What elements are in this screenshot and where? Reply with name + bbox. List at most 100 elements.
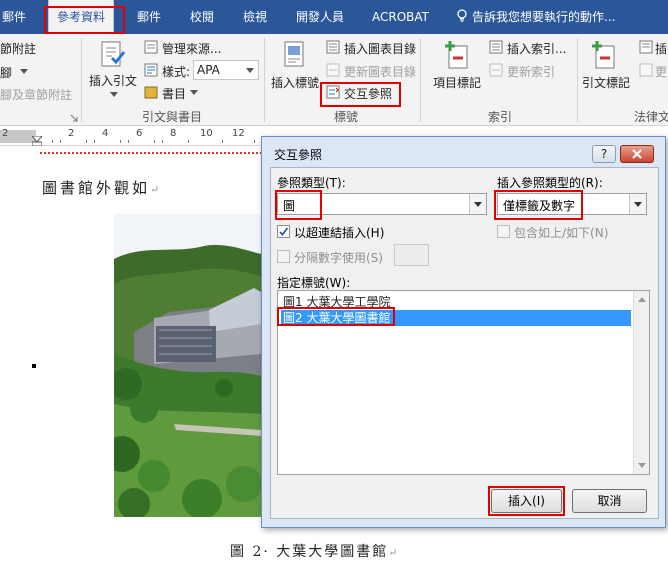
ruler-number: 2 [2, 128, 9, 139]
table-of-figures-icon [326, 40, 340, 54]
group-separator [81, 38, 82, 122]
manage-sources-button[interactable]: 管理來源... [162, 40, 221, 57]
document-heading: 圖書館外觀如↵ [42, 177, 162, 198]
scroll-up-icon[interactable] [638, 297, 646, 302]
tab-references[interactable]: 參考資料 [48, 0, 115, 36]
ruler-number: 2 [68, 128, 75, 139]
style-dropdown[interactable]: APA [193, 60, 259, 80]
close-button[interactable] [620, 145, 654, 163]
cross-reference-dialog: 交互參照 ? 參照類型(T): 圖 插入參照類型的(R): 僅標籤及數字 以超連… [261, 136, 666, 528]
include-above-below-checkbox[interactable] [497, 225, 510, 238]
ruler-tick [60, 140, 61, 143]
ruler-tick [128, 140, 129, 143]
horizontal-ruler[interactable]: 2 2 4 6 8 10 12 [0, 127, 268, 146]
listbox-scrollbar[interactable] [633, 291, 649, 474]
caption-listbox[interactable]: 圖1 大葉大學工學院 圖2 大葉大學圖書館 [277, 290, 650, 475]
paragraph-mark: ↵ [150, 183, 163, 196]
insert-index-icon [489, 40, 503, 54]
ruler-tick [254, 140, 255, 143]
insert-index-button[interactable]: 插入索引... [507, 40, 566, 57]
chevron-down-icon [110, 92, 118, 97]
insert-table-of-figures-button[interactable]: 插入圖表目錄 [344, 40, 416, 57]
group-separator [577, 38, 578, 122]
ruler-tick [120, 140, 121, 143]
anchor-mark [32, 364, 36, 368]
ruler-tick [222, 140, 223, 143]
next-footnote-button[interactable]: 腳 [0, 64, 12, 81]
citations-group-label: 引文與書目 [142, 110, 203, 124]
update-table-of-authorities-button[interactable]: 更 [655, 63, 667, 80]
lightbulb-icon [457, 9, 467, 22]
group-separator [420, 38, 421, 122]
hyperlink-checkbox[interactable] [277, 225, 290, 238]
insert-button[interactable]: 插入(I) [491, 489, 562, 513]
ruler-tick [52, 140, 53, 143]
insert-reference-to-dropdown[interactable]: 僅標籤及數字 [497, 193, 647, 215]
insert-reference-to-label: 插入參照類型的(R): [497, 176, 603, 190]
separate-numbers-label: 分隔數字使用(S) [294, 251, 383, 265]
list-item[interactable]: 圖1 大葉大學工學院 [281, 294, 390, 310]
ruler-tick [86, 140, 87, 143]
chevron-down-icon [246, 68, 254, 73]
spelling-underline [40, 152, 262, 154]
dialog-content: 參照類型(T): 圖 插入參照類型的(R): 僅標籤及數字 以超連結插入(H) … [270, 167, 659, 519]
scroll-down-icon[interactable] [638, 463, 646, 468]
tab-developer[interactable]: 開發人員 [296, 0, 344, 34]
tab-acrobat[interactable]: ACROBAT [372, 0, 429, 34]
bibliography-icon [144, 86, 158, 99]
cancel-button[interactable]: 取消 [572, 489, 647, 513]
insert-table-of-authorities-button[interactable]: 插 [655, 40, 667, 57]
tab-view[interactable]: 檢視 [243, 0, 267, 34]
mark-citation-icon [592, 41, 615, 69]
ruler-tick [154, 140, 155, 143]
update-index-button[interactable]: 更新索引 [507, 63, 555, 80]
style-dropdown-value: APA [197, 63, 220, 77]
tell-me-search[interactable]: 告訴我您想要執行的動作... [456, 0, 615, 34]
insert-citation-label: 插入引文 [89, 74, 138, 88]
chevron-down-icon[interactable] [469, 194, 486, 214]
ribbon-tab-bar: 郵件 參考資料 郵件 校閱 檢視 開發人員 ACROBAT 告訴我您想要執行的動… [0, 0, 668, 36]
paragraph-mark: ↵ [388, 546, 400, 559]
group-separator [264, 38, 265, 122]
tab-mailings-partial[interactable]: 郵件 [2, 0, 26, 34]
chevron-down-icon[interactable] [629, 194, 646, 214]
insert-reference-to-value: 僅標籤及數字 [503, 199, 576, 213]
tab-mailings[interactable]: 郵件 [137, 0, 161, 34]
ruler-tick [162, 140, 163, 143]
indent-marker-icon[interactable] [32, 136, 42, 146]
insert-citation-icon [101, 41, 126, 67]
tab-review[interactable]: 校閱 [190, 0, 214, 34]
ruler-number: 8 [170, 128, 177, 139]
ruler-number: 12 [232, 128, 245, 139]
ruler-number: 6 [136, 128, 143, 139]
reference-type-label: 參照類型(T): [277, 176, 346, 190]
close-icon [632, 149, 642, 159]
mark-citation-label: 引文標記 [582, 76, 631, 90]
update-table-button[interactable]: 更新圖表目錄 [344, 63, 416, 80]
library-photo [114, 214, 261, 517]
insert-caption-icon [284, 41, 304, 67]
dialog-title: 交互參照 [274, 148, 323, 162]
separate-numbers-checkbox[interactable] [277, 250, 290, 263]
ruler-tick [188, 140, 189, 143]
ruler-number: 4 [102, 128, 109, 139]
hyperlink-checkbox-label: 以超連結插入(H) [294, 226, 385, 240]
document-heading-text: 圖書館外觀如 [42, 179, 151, 197]
reference-type-dropdown[interactable]: 圖 [277, 193, 487, 215]
include-above-below-label: 包含如上/如下(N) [514, 226, 609, 240]
reference-type-value: 圖 [283, 199, 296, 213]
insert-table-of-authorities-icon [639, 40, 653, 54]
list-item-selected[interactable]: 圖2 大葉大學圖書館 [281, 310, 631, 326]
separator-input[interactable] [394, 244, 429, 266]
cross-reference-button[interactable]: 交互參照 [344, 85, 392, 102]
dialog-launcher-icon[interactable] [70, 114, 78, 122]
help-button[interactable]: ? [592, 145, 616, 163]
show-notes-button[interactable]: 腳及章節附註 [0, 86, 72, 103]
checkmark-icon [279, 227, 289, 236]
insert-endnote-button[interactable]: 節附註 [0, 40, 36, 57]
style-icon [144, 63, 158, 77]
help-icon: ? [600, 147, 608, 161]
figure-caption-text: 圖 2· 大葉大學圖書館 [230, 544, 389, 560]
bibliography-button[interactable]: 書目 [162, 85, 186, 102]
chevron-down-icon [20, 69, 28, 74]
